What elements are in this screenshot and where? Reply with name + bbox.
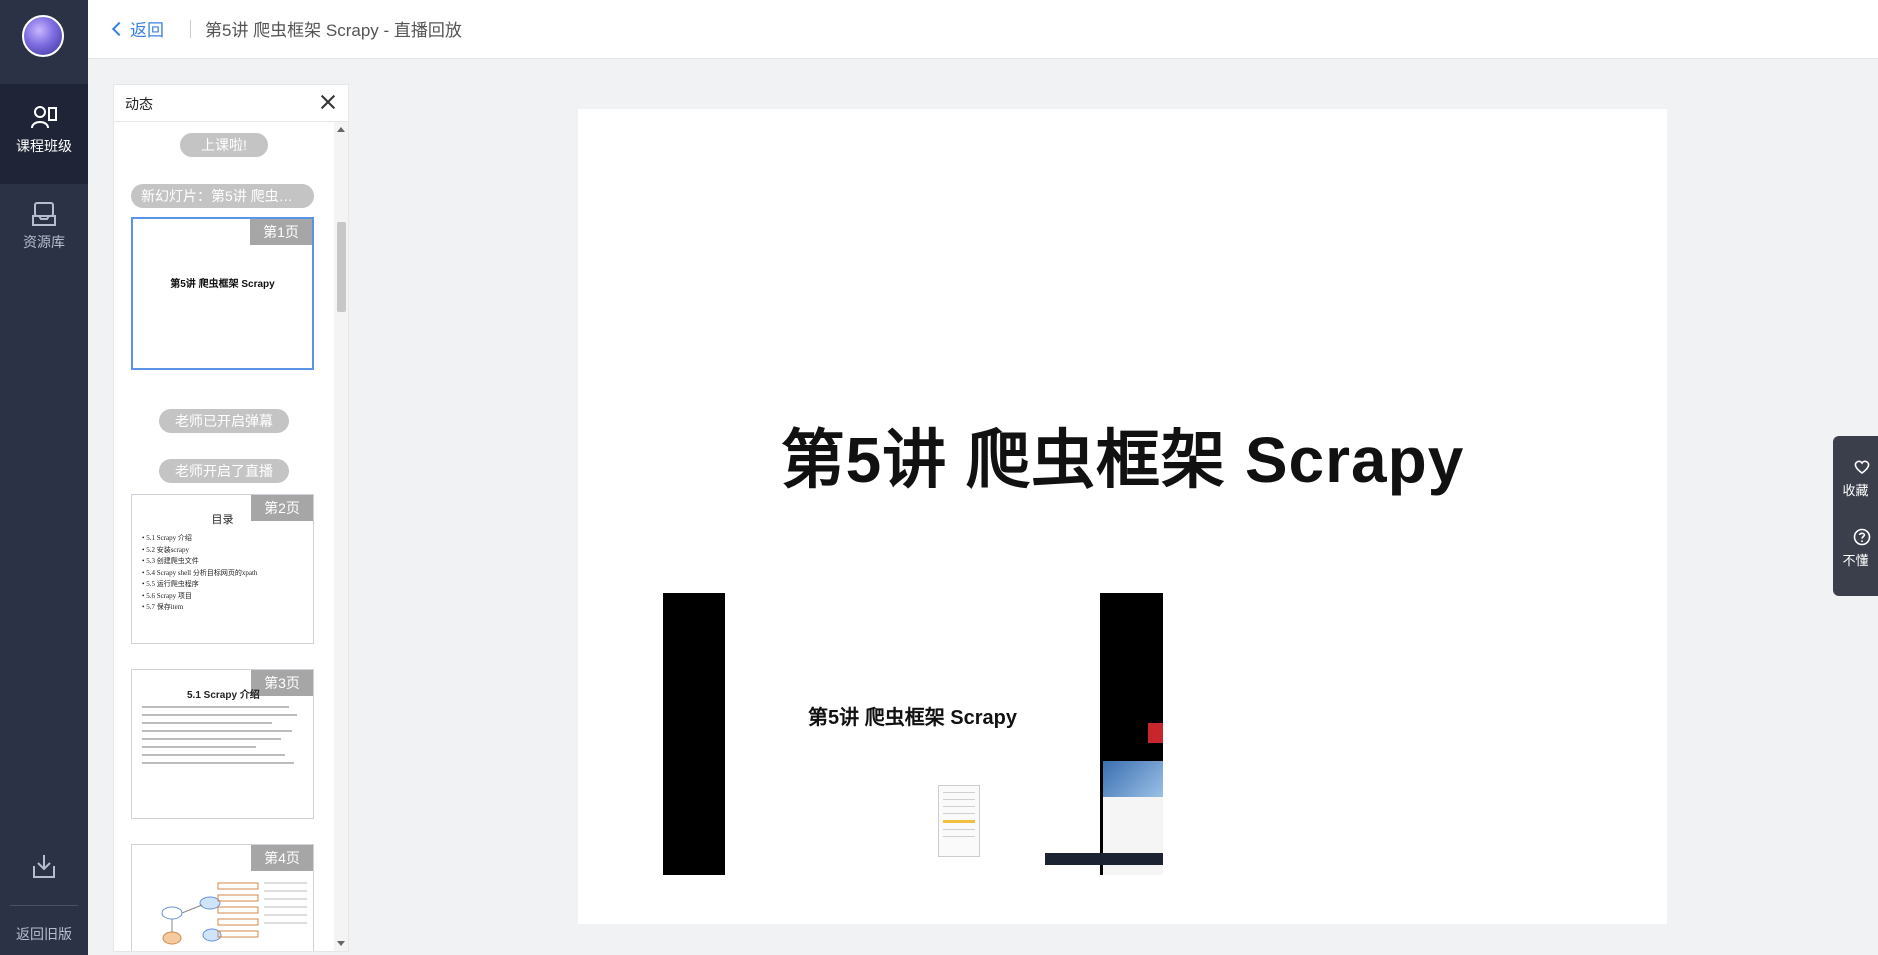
resource-icon (32, 202, 56, 226)
video-red-badge (1148, 723, 1163, 743)
page-tag: 第1页 (250, 219, 312, 245)
activity-panel-title: 动态 (125, 96, 153, 112)
slide-thumb-1[interactable]: 第1页 第5讲 爬虫框架 Scrapy (131, 217, 314, 370)
video-slide-title: 第5讲 爬虫框架 Scrapy (808, 707, 1017, 729)
left-nav: 课程班级 资源库 返回旧版 (0, 0, 88, 955)
floating-toolbar: 收藏 不懂 (1833, 436, 1878, 596)
thumb-text-lines (142, 706, 305, 770)
main-slide: 第5讲 爬虫框架 Scrapy 第5讲 爬虫框架 Scrapy (578, 109, 1667, 924)
toc-item: • 5.6 Scrapy 项目 (142, 591, 192, 600)
nav-course-class[interactable]: 课程班级 (0, 84, 88, 184)
event-class-start: 上课啦! (180, 133, 268, 157)
thumb-title: 第5讲 爬虫框架 Scrapy (170, 279, 275, 290)
thumb-diagram (161, 882, 307, 945)
page-tag: 第3页 (251, 670, 313, 696)
avatar[interactable] (22, 15, 64, 57)
scroll-up-icon[interactable] (337, 127, 345, 132)
toc-item: • 5.5 运行爬虫程序 (142, 580, 199, 588)
event-new-slide: 新幻灯片：第5讲 爬虫框架 Scrapy (131, 184, 314, 208)
toc-item: • 5.2 安装scrapy (142, 545, 189, 554)
nav-course-label: 课程班级 (16, 138, 72, 154)
event-live-on: 老师开启了直播 (159, 459, 289, 483)
slide-thumb-3[interactable]: 第3页 5.1 Scrapy 介绍 (131, 669, 314, 819)
page-title: 第5讲 爬虫框架 Scrapy - 直播回放 (205, 21, 462, 40)
toc-item: • 5.3 创建爬虫文件 (142, 557, 199, 565)
video-screen: 第5讲 爬虫框架 Scrapy (725, 593, 1100, 875)
video-taskbar (1045, 853, 1163, 865)
page-tag: 第4页 (251, 845, 313, 871)
panel-scrollbar[interactable] (334, 122, 348, 951)
confused-button[interactable]: 不懂 (1833, 528, 1878, 569)
favorite-label: 收藏 (1842, 483, 1869, 498)
download-button[interactable] (0, 852, 88, 888)
activity-feed: 上课啦! 新幻灯片：第5讲 爬虫框架 Scrapy 第1页 第5讲 爬虫框架 S… (114, 122, 334, 951)
scroll-down-icon[interactable] (337, 941, 345, 946)
toc-item: • 5.7 保存item (142, 603, 184, 611)
thumb-title: 5.1 Scrapy 介绍 (187, 690, 260, 701)
slide-thumb-4[interactable]: 第4页 (131, 844, 314, 951)
back-to-old-version-link[interactable]: 返回旧版 (0, 924, 88, 946)
activity-panel-header: 动态 (114, 85, 348, 122)
nav-resource-label: 资源库 (23, 234, 65, 250)
question-icon (1853, 528, 1871, 546)
toc-item: • 5.4 Scrapy shell 分析目标网页的xpath (142, 568, 258, 577)
chevron-left-icon (111, 21, 127, 37)
nav-divider (10, 905, 78, 906)
course-icon (31, 106, 57, 129)
video-banner-image (1103, 761, 1163, 797)
back-label: 返回 (130, 21, 164, 40)
top-bar: 返回 第5讲 爬虫框架 Scrapy - 直播回放 (88, 0, 1878, 59)
favorite-button[interactable]: 收藏 (1833, 458, 1878, 499)
thumb-toc: • 5.1 Scrapy 介绍 • 5.2 安装scrapy • 5.3 创建爬… (142, 533, 257, 614)
slide-thumb-2[interactable]: 第2页 目录 • 5.1 Scrapy 介绍 • 5.2 安装scrapy • … (131, 494, 314, 644)
video-context-menu (938, 785, 980, 857)
header-divider (190, 20, 191, 38)
toc-item: • 5.1 Scrapy 介绍 (142, 534, 192, 542)
teacher-video[interactable]: 第5讲 爬虫框架 Scrapy (663, 593, 1163, 875)
thumb-heading: 目录 (211, 514, 234, 526)
event-danmaku-on: 老师已开启弹幕 (159, 409, 289, 433)
confused-label: 不懂 (1842, 553, 1869, 568)
download-icon (33, 855, 55, 878)
back-button[interactable]: 返回 (111, 16, 164, 41)
activity-panel: 动态 上课啦! 新幻灯片：第5讲 爬虫框架 Scrapy 第1页 第5讲 爬虫框… (113, 84, 349, 952)
heart-icon (1854, 460, 1870, 474)
nav-resource-library[interactable]: 资源库 (0, 200, 88, 270)
slide-title: 第5讲 爬虫框架 Scrapy (780, 424, 1465, 496)
close-icon[interactable] (320, 94, 336, 110)
scroll-thumb[interactable] (337, 222, 346, 312)
